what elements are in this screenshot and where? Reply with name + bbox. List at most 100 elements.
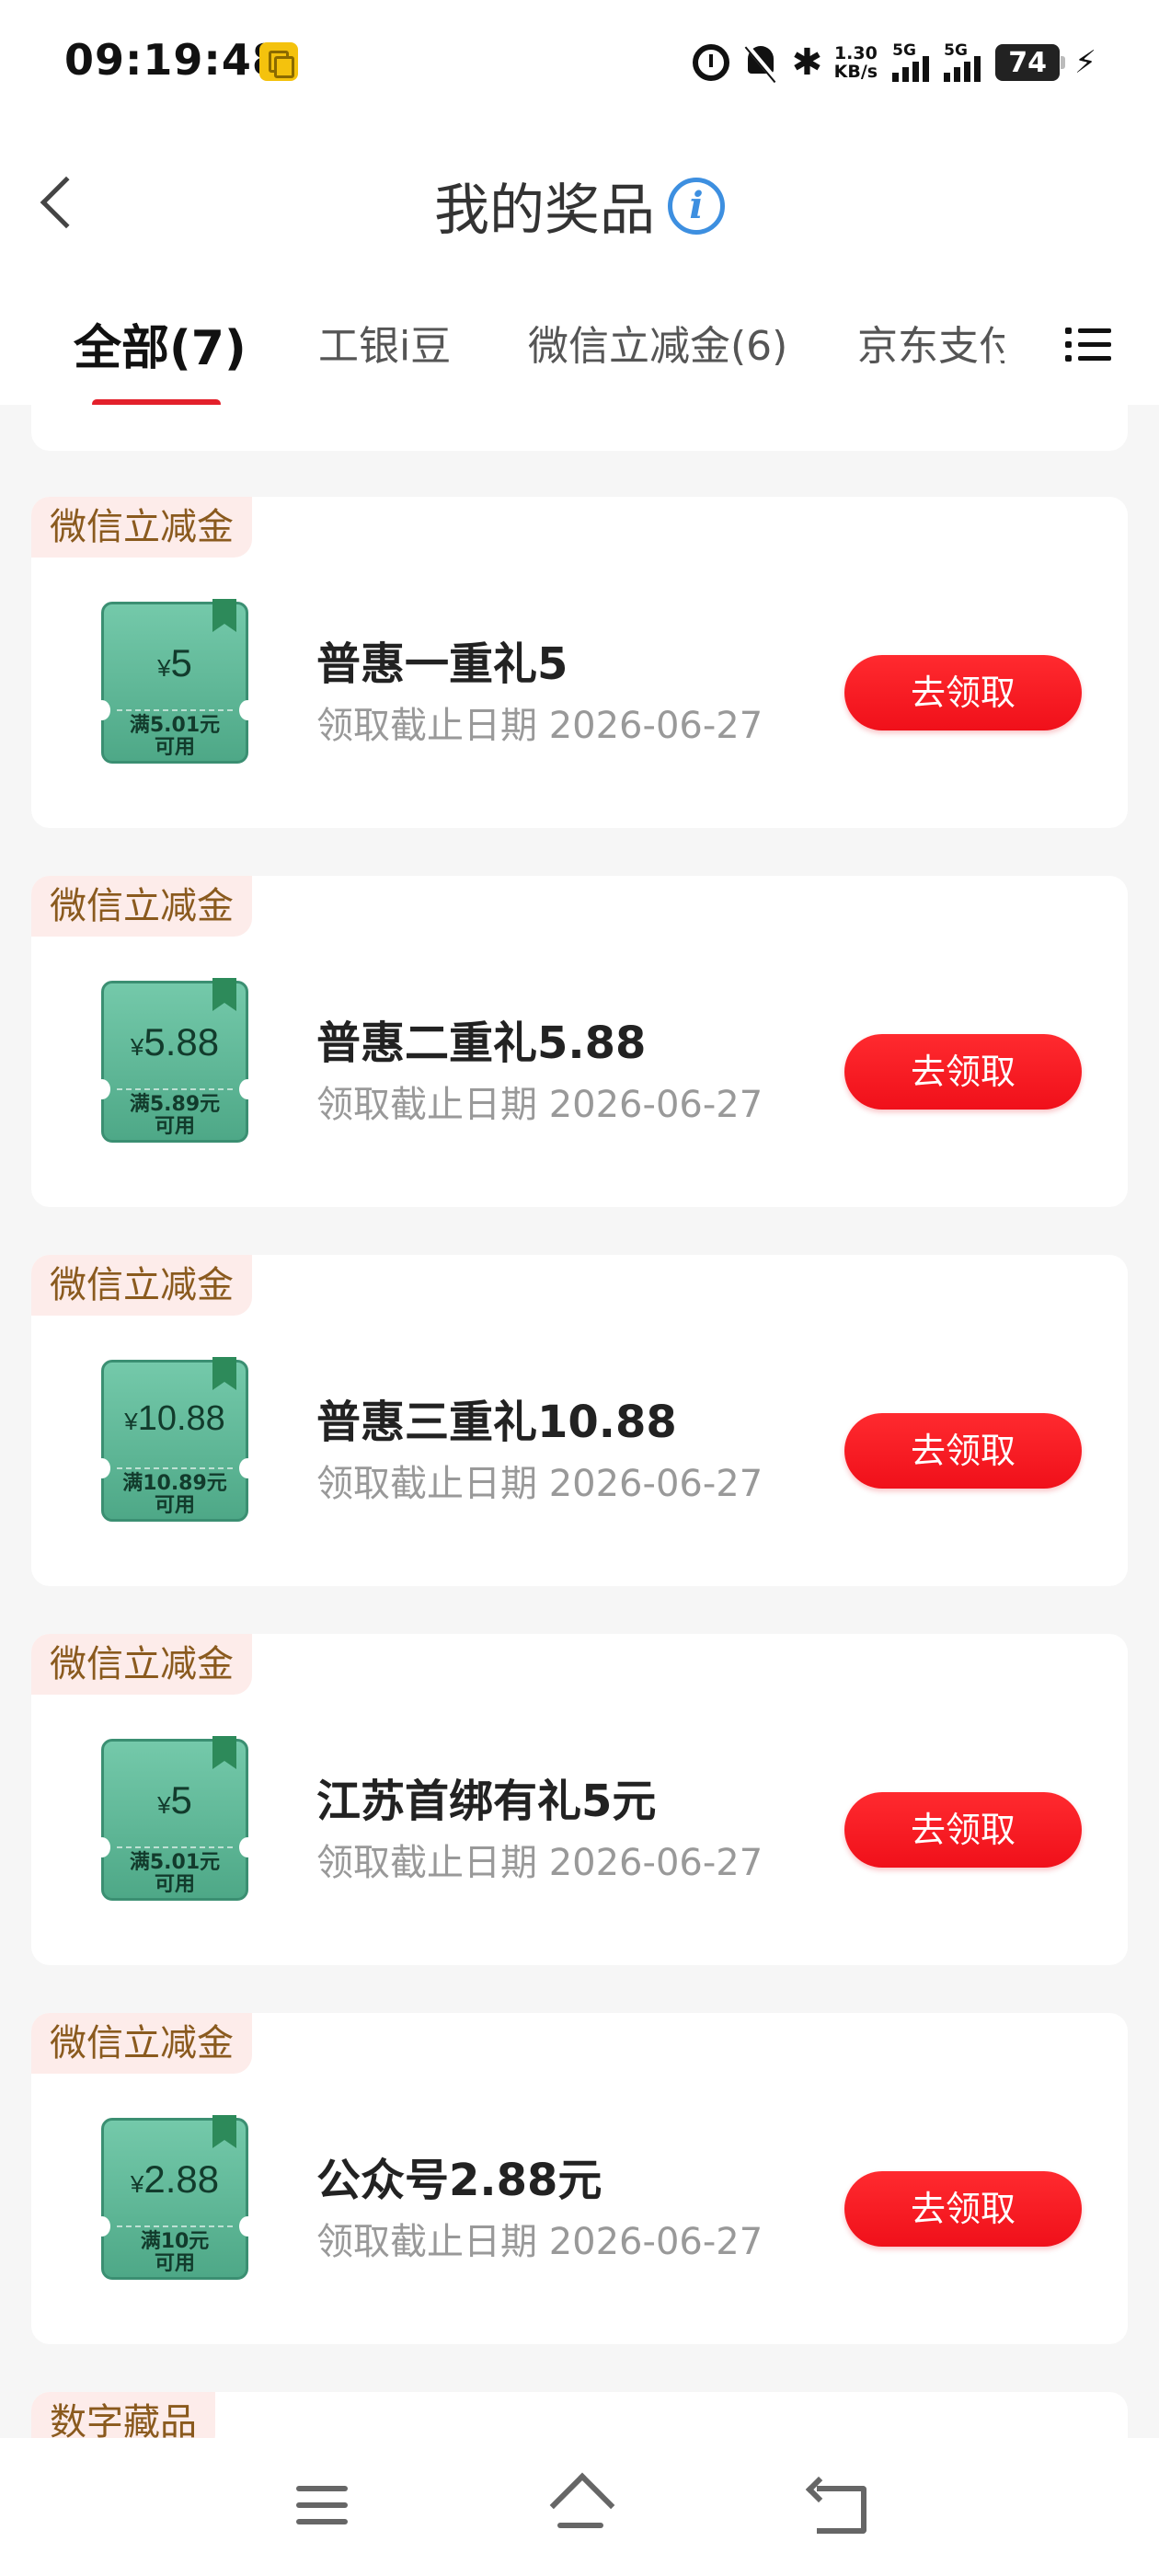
prize-expiry: 领取截止日期 2026-06-27 <box>316 1842 763 1884</box>
currency-symbol: ¥ <box>157 654 171 682</box>
alarm-icon <box>692 44 729 81</box>
coupon-amount: ¥5.88 <box>104 1020 246 1064</box>
coupon-icon: ¥10.88 满10.89元 可用 <box>94 1357 256 1522</box>
coupon-icon: ¥5.88 满5.89元 可用 <box>94 978 256 1143</box>
back-arrow-icon[interactable] <box>809 2478 866 2534</box>
info-icon[interactable]: i <box>668 177 725 235</box>
coupon-condition-line2: 可用 <box>154 1494 195 1517</box>
signal-icon-sim1: 5G <box>892 41 930 82</box>
ribbon-icon <box>212 1357 236 1390</box>
coupon-value: 10.88 <box>137 1399 225 1438</box>
coupon-condition-line1: 满10.89元 <box>122 1472 227 1495</box>
coupon-value: 5 <box>170 1778 192 1822</box>
net-speed: 1.30 KB/s <box>834 44 878 81</box>
coupon-divider <box>117 709 233 711</box>
coupon-condition-line1: 满5.01元 <box>129 1851 221 1874</box>
prize-category-tag: 微信立减金 <box>31 2013 252 2074</box>
prize-name: 普惠二重礼5.88 <box>316 1018 647 1069</box>
claim-button[interactable]: 去领取 <box>844 655 1082 730</box>
coupon-amount: ¥2.88 <box>104 2157 246 2202</box>
prize-expiry: 领取截止日期 2026-06-27 <box>316 705 763 747</box>
signal-icon-sim2: 5G <box>944 41 981 82</box>
list-menu-icon[interactable] <box>1065 324 1111 364</box>
bluetooth-icon: ✱ <box>791 41 823 84</box>
coupon-value: 5 <box>170 641 192 684</box>
coupon-condition: 满10.89元 可用 <box>104 1473 246 1517</box>
clipboard-app-icon <box>259 42 298 81</box>
previous-card <box>31 405 1128 451</box>
battery-icon: 74 <box>995 44 1066 81</box>
charging-icon: ⚡ <box>1074 44 1096 81</box>
prize-card: 数字藏品 <box>31 2392 1128 2438</box>
prize-list[interactable]: 微信立减金 ¥5 满5.01元 可用 普惠一重礼5 领取截止日期 2026-06-… <box>0 405 1159 2438</box>
prize-category-tag: 微信立减金 <box>31 1255 252 1316</box>
coupon-divider <box>117 1467 233 1469</box>
sim1-label: 5G <box>892 41 916 60</box>
tab-bar: 全部(7) 工银i豆 微信立减金(6) 京东支付 <box>0 304 1159 408</box>
hamburger-icon[interactable] <box>296 2486 348 2526</box>
coupon-amount: ¥5 <box>104 1778 246 1823</box>
prize-card: 微信立减金 ¥5 满5.01元 可用 普惠一重礼5 领取截止日期 2026-06-… <box>31 497 1128 828</box>
coupon-icon: ¥5 满5.01元 可用 <box>94 599 256 764</box>
ribbon-icon <box>212 1736 236 1769</box>
coupon-condition: 满5.89元 可用 <box>104 1094 246 1138</box>
currency-symbol: ¥ <box>124 1408 138 1435</box>
ribbon-icon <box>212 599 236 632</box>
ribbon-icon <box>212 978 236 1011</box>
claim-button[interactable]: 去领取 <box>844 1034 1082 1110</box>
net-speed-value: 1.30 <box>833 43 878 63</box>
claim-button[interactable]: 去领取 <box>844 1413 1082 1489</box>
prize-category-tag: 数字藏品 <box>31 2392 215 2438</box>
coupon-condition-line1: 满5.89元 <box>129 1093 221 1116</box>
currency-symbol: ¥ <box>130 2170 144 2198</box>
status-bar: 09:19:48 ✱ 1.30 KB/s 5G 5G 74 ⚡ <box>0 0 1159 129</box>
bell-off-icon <box>744 44 777 81</box>
coupon-amount: ¥10.88 <box>104 1399 246 1439</box>
coupon-condition-line1: 满5.01元 <box>129 714 221 737</box>
coupon-condition-line2: 可用 <box>154 1873 195 1896</box>
coupon-icon: ¥2.88 满10元 可用 <box>94 2115 256 2280</box>
currency-symbol: ¥ <box>130 1033 144 1061</box>
coupon-divider <box>117 2225 233 2227</box>
status-time: 09:19:48 <box>64 35 282 85</box>
prize-expiry: 领取截止日期 2026-06-27 <box>316 1463 763 1505</box>
home-icon[interactable] <box>548 2477 613 2532</box>
prize-expiry: 领取截止日期 2026-06-27 <box>316 2221 763 2263</box>
claim-button[interactable]: 去领取 <box>844 1792 1082 1868</box>
tab-wechat-discount[interactable]: 微信立减金(6) <box>528 313 787 372</box>
coupon-condition: 满10元 可用 <box>104 2231 246 2275</box>
battery-level: 74 <box>1008 46 1047 79</box>
prize-category-tag: 微信立减金 <box>31 1634 252 1695</box>
coupon-icon: ¥5 满5.01元 可用 <box>94 1736 256 1901</box>
prize-expiry: 领取截止日期 2026-06-27 <box>316 1084 763 1126</box>
status-icons: ✱ 1.30 KB/s 5G 5G 74 ⚡ <box>692 37 1096 88</box>
coupon-condition-line1: 满10元 <box>140 2230 210 2253</box>
prize-name: 普惠一重礼5 <box>316 638 568 690</box>
coupon-divider <box>117 1846 233 1848</box>
page-title: 我的奖品 i <box>0 166 1159 246</box>
coupon-amount: ¥5 <box>104 641 246 685</box>
prize-card: 微信立减金 ¥5.88 满5.89元 可用 普惠二重礼5.88 领取截止日期 20… <box>31 876 1128 1207</box>
prize-name: 公众号2.88元 <box>316 2155 602 2206</box>
prize-category-tag: 微信立减金 <box>31 876 252 937</box>
coupon-condition-line2: 可用 <box>154 2252 195 2275</box>
coupon-condition-line2: 可用 <box>154 1115 195 1138</box>
coupon-divider <box>117 1088 233 1090</box>
prize-card: 微信立减金 ¥5 满5.01元 可用 江苏首绑有礼5元 领取截止日期 2026-0… <box>31 1634 1128 1965</box>
tab-jd-pay[interactable]: 京东支付 <box>857 313 1004 372</box>
sim2-label: 5G <box>944 41 968 60</box>
ribbon-icon <box>212 2115 236 2148</box>
currency-symbol: ¥ <box>157 1791 171 1819</box>
prize-category-tag: 微信立减金 <box>31 497 252 558</box>
coupon-value: 5.88 <box>143 1020 220 1064</box>
coupon-condition: 满5.01元 可用 <box>104 715 246 759</box>
prize-name: 普惠三重礼10.88 <box>316 1397 677 1448</box>
net-speed-unit: KB/s <box>833 62 878 82</box>
prize-card: 微信立减金 ¥2.88 满10元 可用 公众号2.88元 领取截止日期 2026-… <box>31 2013 1128 2344</box>
tab-icbc-beans[interactable]: 工银i豆 <box>318 313 451 372</box>
prize-name: 江苏首绑有礼5元 <box>316 1776 657 1827</box>
prize-card: 微信立减金 ¥10.88 满10.89元 可用 普惠三重礼10.88 领取截止日期… <box>31 1255 1128 1586</box>
system-nav-bar <box>0 2438 1159 2576</box>
claim-button[interactable]: 去领取 <box>844 2171 1082 2247</box>
tab-all[interactable]: 全部(7) <box>74 309 247 378</box>
